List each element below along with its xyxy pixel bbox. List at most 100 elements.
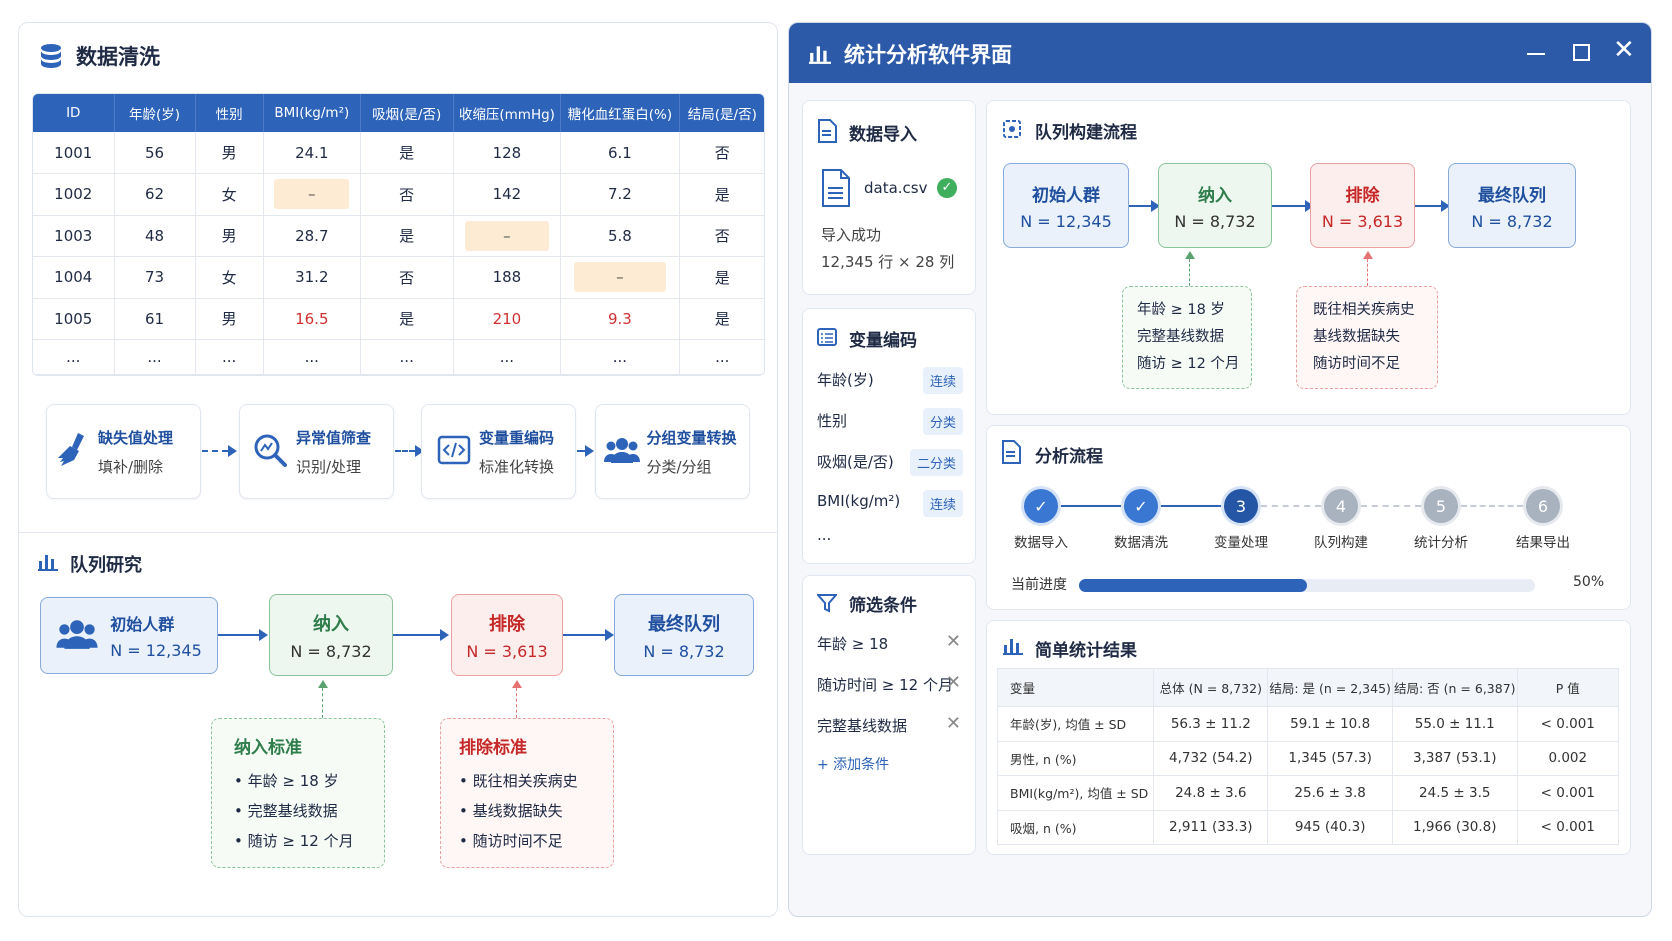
table-row[interactable]: ........................ xyxy=(33,339,764,375)
results-cell: 59.1 ± 10.8 xyxy=(1267,706,1393,742)
import-status: 导入成功 xyxy=(821,226,882,244)
table-row[interactable]: 1002 62 女 – 否 142 7.2 是 xyxy=(33,173,764,216)
filter-title: 筛选条件 xyxy=(849,596,917,616)
table-header-cell[interactable]: 吸烟(是/否) xyxy=(360,94,454,132)
users-icon xyxy=(604,436,641,468)
missing-value-cell: – xyxy=(465,220,549,251)
table-cell: 男 xyxy=(195,298,264,340)
table-cell: 女 xyxy=(195,256,264,299)
file-name[interactable]: data.csv xyxy=(864,179,928,197)
results-cell: < 0.001 xyxy=(1517,810,1620,845)
flow-arrow xyxy=(1272,205,1308,207)
stepper-step-4[interactable]: 4 xyxy=(1324,489,1358,523)
table-header-cell[interactable]: 收缩压(mmHg) xyxy=(453,94,562,132)
table-header-cell[interactable]: 结局(是/否) xyxy=(679,94,764,132)
cleaning-header: 数据清洗 xyxy=(40,40,160,72)
results-cell: 4,732 (54.2) xyxy=(1153,741,1269,776)
database-icon xyxy=(40,43,62,69)
filter-icon xyxy=(815,593,839,617)
table-cell: 142 xyxy=(453,173,562,216)
criteria-item: 随访 ≥ 12 个月 xyxy=(1137,356,1240,372)
variable-type-tag[interactable]: 分类 xyxy=(922,408,963,435)
variable-name: BMI(kg/m²) xyxy=(817,492,901,510)
box-count: N = 8,732 xyxy=(643,641,725,661)
document-icon xyxy=(1001,440,1021,468)
stepper-step-6[interactable]: 6 xyxy=(1526,489,1560,523)
stepper-label: 数据清洗 xyxy=(1114,535,1168,551)
stepper-step-5[interactable]: 5 xyxy=(1424,489,1458,523)
step-title: 缺失值处理 xyxy=(97,428,173,447)
remove-filter-icon[interactable]: ✕ xyxy=(946,672,961,693)
table-header-cell[interactable]: BMI(kg/m²) xyxy=(263,94,361,132)
box-count: N = 3,613 xyxy=(466,641,548,661)
variable-type-tag[interactable]: 连续 xyxy=(922,490,963,517)
results-row[interactable]: 年龄(岁), 均值 ± SD 56.3 ± 11.2 59.1 ± 10.8 55.0… xyxy=(997,706,1620,742)
box-count: N = 8,732 xyxy=(1471,211,1553,231)
connector-arrowhead xyxy=(318,680,328,688)
step-grouping[interactable]: 分组变量转换 分类/分组 xyxy=(595,404,750,499)
stats-software-window: 统计分析软件界面 ✕ 数据导入 data.csv ✓ 导入成功 12,345 行… xyxy=(788,22,1652,917)
filter-condition: 年龄 ≥ 18 xyxy=(817,635,889,653)
variable-type-tag[interactable]: 连续 xyxy=(922,367,963,394)
remove-filter-icon[interactable]: ✕ xyxy=(946,713,961,734)
maximize-icon[interactable] xyxy=(1573,44,1590,61)
bar-chart-icon xyxy=(809,43,831,69)
table-row[interactable]: 1003 48 男 28.7 是 –5.8 否 xyxy=(33,215,764,257)
table-header-cell[interactable]: ID xyxy=(33,94,115,132)
results-cell: 男性, n (%) xyxy=(997,741,1155,776)
progress-label: 当前进度 xyxy=(1011,577,1067,593)
flow-arrowhead xyxy=(605,629,614,641)
close-icon[interactable]: ✕ xyxy=(1613,35,1635,65)
variable-type-tag[interactable]: 二分类 xyxy=(909,449,963,476)
table-row[interactable]: 1001 56 男 24.1 是 128 6.1 否 xyxy=(33,132,764,174)
results-row[interactable]: 男性, n (%) 4,732 (54.2) 1,345 (57.3) 3,387 (… xyxy=(997,741,1620,776)
step-recode[interactable]: 变量重编码 标准化转换 xyxy=(421,404,576,499)
results-cell: 1,966 (30.8) xyxy=(1392,810,1518,845)
data-import-card: 数据导入 data.csv ✓ 导入成功 12,345 行 × 28 列 xyxy=(802,100,976,295)
criteria-item: 既往相关疾病史 xyxy=(1313,302,1415,318)
step-sub: 识别/处理 xyxy=(295,457,362,476)
results-header-cell: 变量 xyxy=(997,668,1155,707)
flow-arrow xyxy=(393,634,443,636)
stepper-step-3[interactable]: 3 xyxy=(1224,489,1258,523)
table-cell: 5.8 xyxy=(560,215,680,257)
remove-filter-icon[interactable]: ✕ xyxy=(946,631,961,652)
table-row[interactable]: 1004 73 女 31.2 否 188– 是 xyxy=(33,256,764,299)
criteria-item: • 年龄 ≥ 18 岁 xyxy=(234,772,339,790)
table-header-cell[interactable]: 年龄(岁) xyxy=(114,94,196,132)
exclusion-title: 排除标准 xyxy=(459,738,527,758)
table-row[interactable]: 1005 61 男 16.5 是 210 9.3 是 xyxy=(33,298,764,340)
connector-arrowhead xyxy=(512,680,522,688)
criteria-item: 完整基线数据 xyxy=(1137,329,1224,345)
criteria-item: • 既往相关疾病史 xyxy=(459,772,578,790)
stepper-label: 队列构建 xyxy=(1314,535,1368,551)
filter-condition: 随访时间 ≥ 12 个月 xyxy=(817,676,953,694)
criteria-item: 基线数据缺失 xyxy=(1313,329,1400,345)
flow-box-exclude: 排除 N = 3,613 xyxy=(1310,163,1415,248)
stepper-label: 数据导入 xyxy=(1014,535,1068,551)
table-header-cell[interactable]: 性别 xyxy=(195,94,264,132)
table-cell: 否 xyxy=(679,132,764,174)
flow-box-include: 纳入 N = 8,732 xyxy=(1158,163,1272,248)
stepper-step-2[interactable]: ✓ xyxy=(1124,489,1158,523)
criteria-item: • 基线数据缺失 xyxy=(459,802,563,820)
table-cell: 男 xyxy=(195,215,264,257)
table-cell: 210 xyxy=(453,298,562,340)
table-header-cell[interactable]: 糖化血红蛋白(%) xyxy=(560,94,680,132)
step-missing-values[interactable]: 缺失值处理 填补/删除 xyxy=(46,404,201,499)
stepper-step-1[interactable]: ✓ xyxy=(1024,489,1058,523)
table-cell: ... xyxy=(560,339,680,375)
results-row[interactable]: BMI(kg/m²), 均值 ± SD 24.8 ± 3.6 25.6 ± 3.8 2… xyxy=(997,775,1620,811)
add-condition-button[interactable]: + 添加条件 xyxy=(817,754,889,774)
step-arrow xyxy=(577,450,585,452)
table-cell: 61 xyxy=(114,298,196,340)
criteria-connector xyxy=(1189,259,1190,286)
criteria-connector xyxy=(322,688,323,718)
minimize-icon[interactable] xyxy=(1527,53,1545,55)
box-count: N = 8,732 xyxy=(290,641,372,661)
results-row[interactable]: 吸烟, n (%) 2,911 (33.3) 945 (40.3) 1,966 (30… xyxy=(997,810,1620,845)
filter-condition: 完整基线数据 xyxy=(817,717,908,735)
table-cell: 48 xyxy=(114,215,196,257)
table-cell: 否 xyxy=(360,256,454,299)
step-outliers[interactable]: 异常值筛查 识别/处理 xyxy=(239,404,394,499)
